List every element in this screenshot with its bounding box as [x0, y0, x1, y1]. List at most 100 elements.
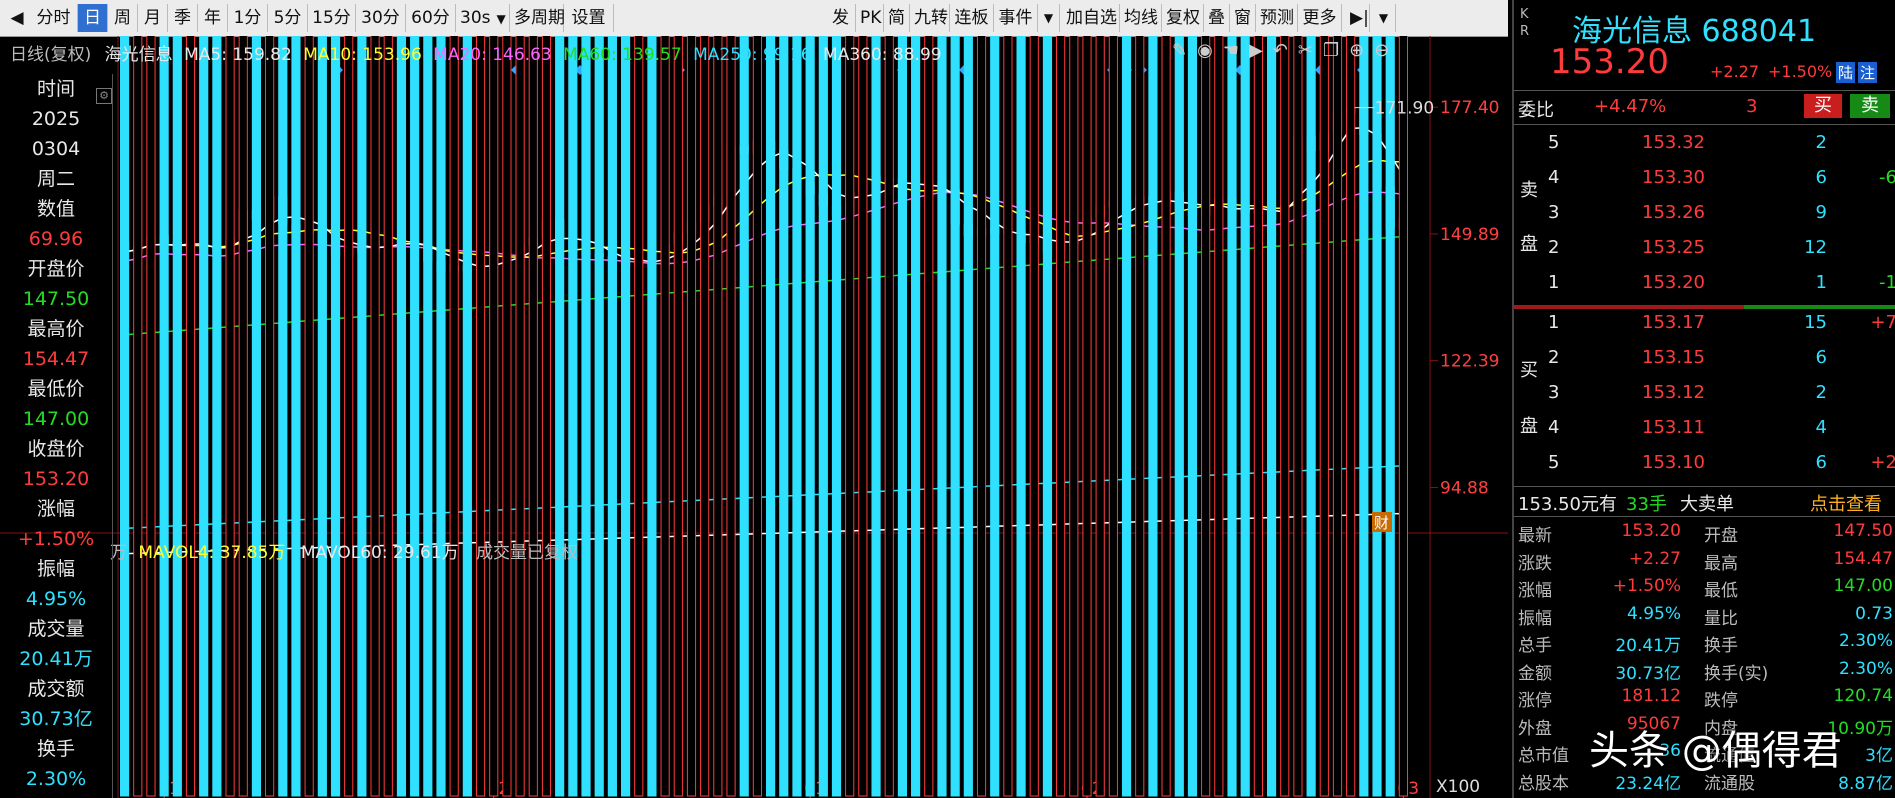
- tb-item-6[interactable]: 1分: [228, 4, 268, 32]
- tb-item-12[interactable]: 多周期: [510, 4, 565, 32]
- volume-bar: [1266, 36, 1277, 797]
- bid-row[interactable]: 1 153.17 15 +7: [1514, 312, 1895, 342]
- hand-icon[interactable]: ☚: [1223, 40, 1249, 61]
- event-dropdown-icon[interactable]: ▼: [1038, 4, 1060, 32]
- copy-icon[interactable]: ❐: [1323, 40, 1349, 61]
- bid-volume: 4: [1815, 417, 1827, 438]
- stat-key-2: 最高: [1704, 553, 1738, 574]
- volume-bar: [199, 36, 209, 797]
- stat-val-1: 30.73亿: [1615, 663, 1681, 684]
- volume-bar: [726, 36, 736, 797]
- bid-row[interactable]: 2 153.15 6: [1514, 347, 1895, 377]
- tb-right-4[interactable]: 连板: [950, 4, 994, 32]
- volume-bar: [436, 36, 446, 797]
- tb-right-8[interactable]: 复权: [1162, 4, 1204, 32]
- tb-item-7[interactable]: 5分: [268, 4, 308, 32]
- undo-icon[interactable]: ↶: [1273, 40, 1298, 61]
- tb-right-1[interactable]: PK: [856, 4, 884, 32]
- volume-bar: [792, 36, 802, 797]
- bid-row[interactable]: 4 153.11 4: [1514, 417, 1895, 447]
- volume-bar: [317, 36, 327, 797]
- volume-bar: [805, 36, 815, 797]
- stat-key-2: 开盘: [1704, 526, 1738, 546]
- bid-level: 4: [1548, 417, 1560, 438]
- last-price: 153.20: [1550, 42, 1669, 82]
- ask-volume: 6: [1815, 167, 1827, 188]
- big-order-qty: 33手: [1626, 494, 1667, 515]
- stat-val-1: +2.27: [1628, 548, 1681, 569]
- volume-bar: [858, 36, 868, 797]
- sell-button[interactable]: 卖: [1850, 94, 1890, 118]
- volume-bar: [647, 36, 657, 797]
- play-icon[interactable]: ▶: [1249, 40, 1273, 61]
- big-order-link[interactable]: 点击查看: [1810, 490, 1882, 516]
- bid-price: 153.10: [1642, 452, 1705, 473]
- ma5-line: [124, 127, 1405, 268]
- tb-back-icon[interactable]: ◀: [4, 4, 30, 32]
- zoom-in-icon[interactable]: ⊕: [1349, 40, 1374, 61]
- price-axis-label-0: 177.40: [1440, 98, 1499, 118]
- tb-item-10[interactable]: 60分: [406, 4, 456, 32]
- stat-key-1: 外盘: [1518, 718, 1552, 739]
- settings-gear-icon[interactable]: ⚙: [96, 88, 112, 104]
- info-value-7: 153.20: [22, 468, 90, 490]
- stat-key-2: 换手(实): [1704, 663, 1769, 684]
- info-value-10: 20.41万: [19, 648, 93, 670]
- tb-right-11[interactable]: 预测: [1256, 4, 1298, 32]
- volume-bar: [357, 36, 367, 797]
- volume-bar: [660, 36, 670, 797]
- volume-bar: [937, 36, 947, 797]
- tb-item-5[interactable]: 年: [198, 4, 228, 32]
- tb-right-2[interactable]: 简: [884, 4, 910, 32]
- tb-item-1[interactable]: 日: [78, 4, 108, 32]
- volume-bar: [251, 36, 262, 797]
- ma10-line: [124, 159, 1404, 259]
- tb-item-3[interactable]: 月: [138, 4, 168, 32]
- chart-area[interactable]: 177.40149.89122.3994.88782452622640X1001…: [0, 36, 1508, 798]
- bid-volume: 2: [1815, 382, 1827, 403]
- ask-row[interactable]: 1 153.20 1 -1: [1514, 272, 1895, 302]
- scissors-icon[interactable]: ✂: [1298, 40, 1323, 61]
- ask-row[interactable]: 2 153.25 12: [1514, 237, 1895, 267]
- tb-right-12[interactable]: 更多: [1298, 4, 1342, 32]
- tb-item-4[interactable]: 季: [168, 4, 198, 32]
- stat-val-1: +1.50%: [1612, 576, 1681, 596]
- tb-right-9[interactable]: 叠: [1204, 4, 1230, 32]
- stat-key-2: 量比: [1704, 608, 1738, 629]
- bid-row[interactable]: 3 153.12 2: [1514, 382, 1895, 412]
- pen-icon[interactable]: ✎: [1172, 40, 1197, 61]
- volume-bar: [976, 36, 987, 797]
- info-label-6: 最低价: [27, 378, 85, 400]
- eye-icon[interactable]: ◉: [1197, 40, 1223, 61]
- volume-bar: [1332, 36, 1343, 797]
- stat-val-1: 4.95%: [1626, 603, 1681, 624]
- legend-period[interactable]: 日线(复权): [10, 45, 91, 65]
- volume-bar: [779, 36, 789, 797]
- tb-right-10[interactable]: 窗: [1230, 4, 1256, 32]
- tb-item-8[interactable]: 15分: [308, 4, 356, 32]
- buy-button[interactable]: 买: [1804, 94, 1842, 118]
- tb-collapse-icon[interactable]: ▶|: [1346, 4, 1370, 32]
- tb-right-7[interactable]: 均线: [1120, 4, 1162, 32]
- tb-right-3[interactable]: 九转: [910, 4, 950, 32]
- volume-bar: [541, 36, 552, 797]
- tb-item-2[interactable]: 周: [108, 4, 138, 32]
- ask-level: 4: [1548, 167, 1560, 188]
- bid-row[interactable]: 5 153.10 6 +2: [1514, 452, 1895, 482]
- tb-30s-dropdown[interactable]: 30s ▼: [456, 4, 510, 32]
- bid-level: 5: [1548, 452, 1560, 473]
- volume-bar: [146, 36, 156, 797]
- tb-item-0[interactable]: 分时: [30, 4, 78, 32]
- ask-row[interactable]: 3 153.26 9: [1514, 202, 1895, 232]
- tb-menu-icon[interactable]: ▼: [1372, 4, 1396, 32]
- info-label-4: 开盘价: [27, 258, 85, 280]
- info-value-4: 147.50: [22, 288, 90, 310]
- zoom-out-icon[interactable]: ⊖: [1374, 40, 1399, 61]
- tb-item-9[interactable]: 30分: [356, 4, 406, 32]
- tb-item-13[interactable]: 设置: [564, 4, 614, 32]
- ask-row[interactable]: 4 153.30 6 -6: [1514, 167, 1895, 197]
- tb-right-6[interactable]: 加自选: [1062, 4, 1120, 32]
- ask-row[interactable]: 5 153.32 2: [1514, 132, 1895, 162]
- tb-right-5[interactable]: 事件: [994, 4, 1038, 32]
- tb-right-0[interactable]: 发: [826, 4, 856, 32]
